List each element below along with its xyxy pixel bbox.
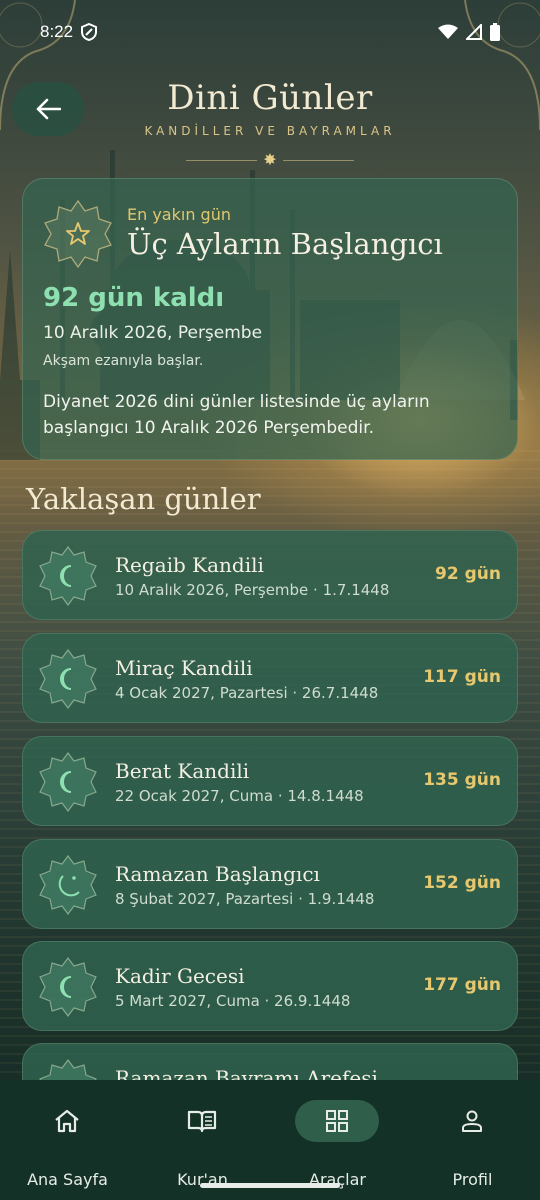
page-title: Dini Günler	[167, 78, 373, 118]
bottom-navigation: Ana Sayfa Kur'an Araçlar Profil	[0, 1080, 540, 1200]
nav-home-label[interactable]: Ana Sayfa	[0, 1170, 135, 1189]
wifi-icon	[438, 24, 458, 39]
day-name: Berat Kandili	[115, 759, 250, 783]
nav-profile-label[interactable]: Profil	[405, 1170, 540, 1189]
crescent-icon	[39, 546, 97, 606]
day-remaining: 92 gün	[435, 564, 501, 584]
day-remaining: 177 gün	[423, 975, 501, 995]
day-name: Ramazan Başlangıcı	[115, 862, 320, 886]
signal-icon	[466, 24, 482, 40]
list-item[interactable]: Ramazan Başlangıcı 8 Şubat 2027, Pazarte…	[22, 839, 518, 929]
battery-icon	[490, 23, 500, 41]
crescent-icon	[39, 957, 97, 1017]
day-remaining: 152 gün	[423, 873, 501, 893]
crescent-icon	[39, 1059, 97, 1080]
moon-stars-icon	[39, 855, 97, 915]
nav-home-button[interactable]	[25, 1100, 109, 1142]
day-name: Regaib Kandili	[115, 553, 264, 577]
day-name: Ramazan Bayramı Arefesi	[115, 1066, 378, 1080]
list-item[interactable]: Kadir Gecesi 5 Mart 2027, Cuma · 26.9.14…	[22, 941, 518, 1031]
status-bar: 8:22	[0, 0, 540, 64]
person-icon	[462, 1110, 482, 1132]
nearest-day-countdown: 92 gün kaldı	[43, 283, 225, 313]
book-icon	[187, 1110, 217, 1133]
crescent-icon	[39, 649, 97, 709]
nearest-day-description: Diyanet 2026 dini günler listesinde üç a…	[43, 392, 430, 438]
day-remaining: 117 gün	[423, 667, 501, 687]
list-item[interactable]: Ramazan Bayramı Arefesi	[22, 1043, 518, 1080]
list-item[interactable]: Regaib Kandili 10 Aralık 2026, Perşembe …	[22, 530, 518, 620]
shield-icon	[81, 23, 98, 41]
nearest-day-date: 10 Aralık 2026, Perşembe	[43, 323, 263, 343]
nav-tools-button[interactable]	[295, 1100, 379, 1142]
home-indicator[interactable]	[200, 1183, 340, 1188]
list-item[interactable]: Berat Kandili 22 Ocak 2027, Cuma · 14.8.…	[22, 736, 518, 826]
upcoming-section-title: Yaklaşan günler	[26, 482, 261, 516]
star-ornament-icon: ✸	[263, 150, 277, 169]
nearest-day-kicker: En yakın gün	[127, 205, 231, 224]
nearest-day-note: Akşam ezanıyla başlar.	[43, 353, 204, 369]
upcoming-days-list[interactable]: Regaib Kandili 10 Aralık 2026, Perşembe …	[22, 530, 518, 1080]
list-item[interactable]: Miraç Kandili 4 Ocak 2027, Pazartesi · 2…	[22, 633, 518, 723]
day-date: 22 Ocak 2027, Cuma · 14.8.1448	[115, 787, 364, 805]
day-date: 4 Ocak 2027, Pazartesi · 26.7.1448	[115, 684, 379, 702]
nearest-day-card[interactable]: En yakın gün Üç Ayların Başlangıcı 92 gü…	[22, 178, 518, 460]
nav-quran-button[interactable]	[160, 1100, 244, 1142]
page-subtitle: KANDİLLER VE BAYRAMLAR	[144, 124, 396, 138]
grid-icon	[326, 1110, 348, 1132]
day-date: 8 Şubat 2027, Pazartesi · 1.9.1448	[115, 890, 375, 908]
nearest-day-name: Üç Ayların Başlangıcı	[127, 227, 443, 261]
day-date: 10 Aralık 2026, Perşembe · 1.7.1448	[115, 581, 390, 599]
home-icon	[55, 1109, 79, 1133]
day-name: Miraç Kandili	[115, 656, 253, 680]
day-name: Kadir Gecesi	[115, 964, 245, 988]
nav-profile-button[interactable]	[430, 1100, 514, 1142]
star-icon	[44, 199, 112, 269]
status-time: 8:22	[40, 22, 74, 41]
ornament-divider: ✸	[186, 150, 354, 170]
day-date: 5 Mart 2027, Cuma · 26.9.1448	[115, 992, 351, 1010]
day-remaining: 135 gün	[423, 770, 501, 790]
crescent-icon	[39, 752, 97, 812]
